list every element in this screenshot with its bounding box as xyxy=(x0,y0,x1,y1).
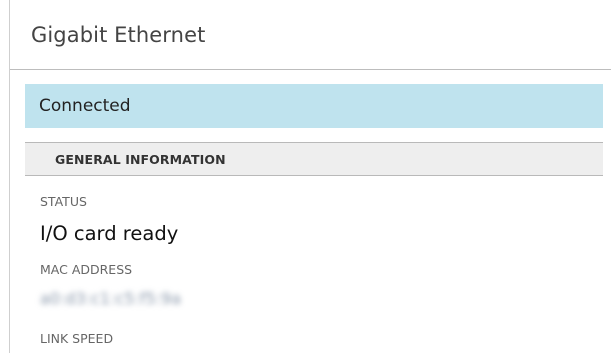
link-speed-label: LINK SPEED xyxy=(40,331,114,346)
panel-header: Gigabit Ethernet xyxy=(10,0,611,70)
section-title: GENERAL INFORMATION xyxy=(55,151,226,167)
general-information-section-header: GENERAL INFORMATION xyxy=(25,142,603,176)
connection-status-text: Connected xyxy=(39,96,131,116)
status-value: I/O card ready xyxy=(40,222,179,245)
page-title: Gigabit Ethernet xyxy=(31,22,206,47)
mac-address-value: a0:d3:c1:c5:f5:9a xyxy=(40,289,182,308)
mac-address-label: MAC ADDRESS xyxy=(40,262,133,277)
connection-status-banner: Connected xyxy=(25,84,603,128)
status-label: STATUS xyxy=(40,194,87,209)
ethernet-panel: Gigabit Ethernet Connected GENERAL INFOR… xyxy=(9,0,611,353)
